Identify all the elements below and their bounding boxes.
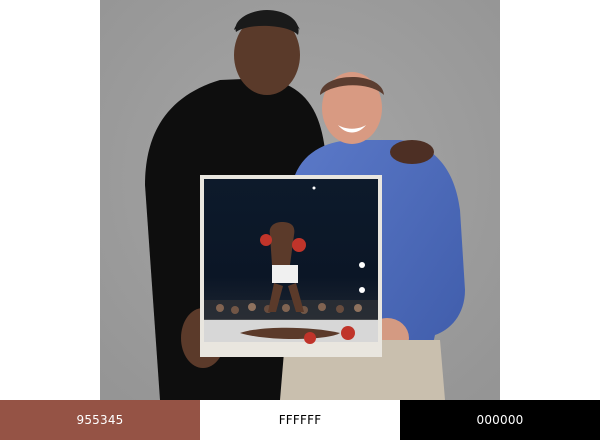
palette-swatch-1: 955345 — [0, 400, 200, 440]
swatch-hex-label: FFFFFF — [278, 413, 322, 427]
photo-image — [100, 0, 500, 400]
photo — [100, 0, 500, 400]
swatch-hex-label: 000000 — [476, 413, 524, 427]
photo-area — [0, 0, 600, 400]
color-palette: 955345 FFFFFF 000000 — [0, 400, 600, 440]
swatch-hex-label: 955345 — [76, 413, 124, 427]
color-palette-viewer: 955345 FFFFFF 000000 — [0, 0, 600, 440]
palette-swatch-2: FFFFFF — [200, 400, 400, 440]
palette-swatch-3: 000000 — [400, 400, 600, 440]
